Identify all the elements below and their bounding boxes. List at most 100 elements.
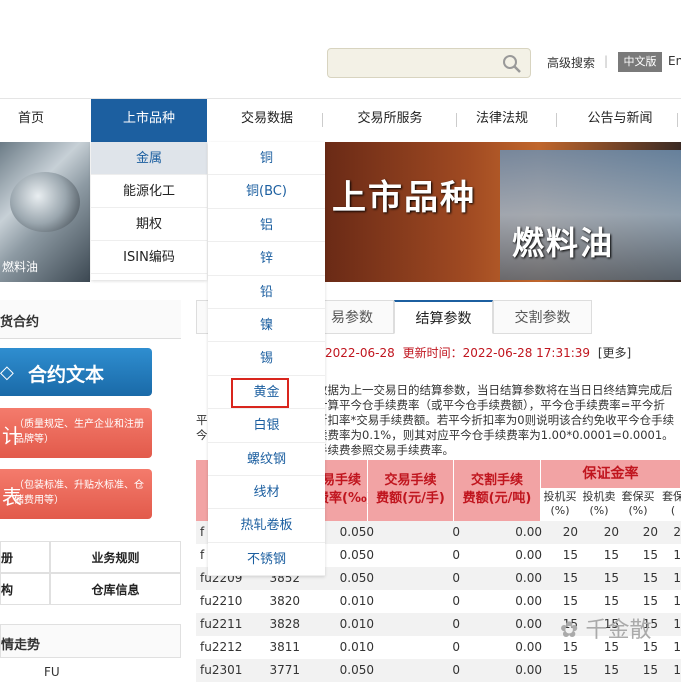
watermark: ✿ 千金散 bbox=[560, 618, 652, 643]
sidebar-link-manual[interactable]: 册 bbox=[0, 541, 50, 573]
nav-laws[interactable]: 法律法规 bbox=[466, 99, 538, 143]
submenu-item[interactable]: 白银 bbox=[208, 409, 325, 443]
table-row: fu2210 3820 0.010 0 0.00 15 15 15 1 bbox=[196, 590, 681, 613]
cell-price: 3820 bbox=[269, 594, 300, 608]
submenu-item[interactable]: 铝 bbox=[208, 209, 325, 243]
notice-paragraph: 数据为上一交易日的结算参数，当日结算参数将在当日日终结算完成后 计算平今仓手续费… bbox=[316, 383, 675, 457]
submenu-item[interactable]: 铅 bbox=[208, 276, 325, 309]
advanced-search-link[interactable]: 高级搜索 bbox=[547, 54, 595, 71]
submenu-item[interactable]: 线材 bbox=[208, 476, 325, 510]
submenu-item[interactable]: 铜 bbox=[208, 142, 325, 176]
banner-title: 上市品种 bbox=[332, 178, 476, 218]
products-dropdown: 金属 能源化工 期权 ISIN编码 bbox=[91, 142, 207, 280]
cell-deliv: 0.00 bbox=[515, 525, 542, 539]
cell-m1: 15 bbox=[562, 663, 578, 677]
submenu-item[interactable]: 铜(BC) bbox=[208, 175, 325, 209]
cell-m1: 15 bbox=[562, 548, 578, 562]
nav-exchange-services[interactable]: 交易所服务 bbox=[335, 99, 445, 143]
margin-subheader: 投机买 (%) 投机卖 (%) 套保买 (%) 套保 ( bbox=[541, 488, 681, 521]
nav-separator bbox=[556, 113, 557, 127]
submenu-item[interactable]: 不锈钢 bbox=[208, 543, 325, 577]
trade-date: 2022-06-28 bbox=[325, 346, 395, 360]
cell-rate: 0.010 bbox=[339, 594, 374, 608]
fee-standard-button[interactable]: 表 （包装标准、升贴水标准、仓储费用等） bbox=[0, 469, 152, 519]
cell-m4: 1 bbox=[673, 640, 681, 654]
cell-m2: 15 bbox=[603, 663, 619, 677]
cell-m1: 15 bbox=[562, 571, 578, 585]
cell-price: 3828 bbox=[269, 617, 300, 631]
submenu-item[interactable]: 螺纹钢 bbox=[208, 443, 325, 476]
cell-code: fu2301 bbox=[200, 663, 243, 677]
update-label: 更新时间： bbox=[402, 346, 463, 360]
cell-m3: 20 bbox=[642, 525, 658, 539]
cell-m1: 20 bbox=[562, 525, 578, 539]
nav-separator bbox=[677, 113, 678, 127]
update-time: 2022-06-28 17:31:39 bbox=[462, 346, 591, 360]
fu-label: FU bbox=[44, 665, 60, 679]
search-input[interactable] bbox=[327, 48, 531, 78]
cell-rate: 0.050 bbox=[339, 663, 374, 677]
cell-m2: 15 bbox=[603, 548, 619, 562]
cell-m4: 1 bbox=[673, 548, 681, 562]
submenu-item[interactable]: 锌 bbox=[208, 242, 325, 276]
submenu-item[interactable]: 热轧卷板 bbox=[208, 509, 325, 543]
cell-trade: 0 bbox=[452, 617, 460, 631]
table-row: fu2301 3771 0.050 0 0.00 15 15 15 1 bbox=[196, 659, 681, 682]
nav-products[interactable]: 上市品种 bbox=[91, 99, 207, 143]
cell-m2: 15 bbox=[603, 594, 619, 608]
submenu-item[interactable]: 镍 bbox=[208, 309, 325, 343]
menu-metals[interactable]: 金属 bbox=[91, 142, 207, 175]
cell-code: fu2211 bbox=[200, 617, 243, 631]
metals-submenu: 铜铜(BC) 铝锌铅镍锡黄金 白银 螺纹钢 线材 热轧卷板 不锈钢 bbox=[208, 142, 325, 577]
lang-en-link[interactable]: En bbox=[668, 54, 681, 68]
delivery-spec-button[interactable]: 计 （质量规定、生产企业和注册品牌等） bbox=[0, 408, 152, 458]
cell-deliv: 0.00 bbox=[515, 571, 542, 585]
market-trend-heading: 情走势 bbox=[0, 624, 181, 658]
tab-delivery-params[interactable]: 交割参数 bbox=[493, 300, 592, 334]
cell-deliv: 0.00 bbox=[515, 617, 542, 631]
submenu-item[interactable]: 锡 bbox=[208, 342, 325, 376]
contract-text-button[interactable]: ◇ 合约文本 bbox=[0, 348, 152, 396]
cell-trade: 0 bbox=[452, 663, 460, 677]
tab-settlement-params[interactable]: 结算参数 bbox=[394, 300, 493, 334]
cell-m4: 1 bbox=[673, 571, 681, 585]
cell-deliv: 0.00 bbox=[515, 548, 542, 562]
cell-trade: 0 bbox=[452, 571, 460, 585]
sidebar-link-warehouse[interactable]: 仓库信息 bbox=[50, 573, 181, 605]
menu-options[interactable]: 期权 bbox=[91, 208, 207, 241]
submenu-item[interactable]: 黄金 bbox=[208, 376, 325, 410]
cell-trade: 0 bbox=[452, 640, 460, 654]
more-link[interactable]: [更多] bbox=[598, 346, 631, 360]
search-icon[interactable] bbox=[502, 54, 522, 74]
nav-separator bbox=[456, 113, 457, 127]
cell-deliv: 0.00 bbox=[515, 640, 542, 654]
cell-m3: 15 bbox=[642, 571, 658, 585]
notice-paragraph-left: 平 今 bbox=[196, 413, 208, 442]
document-icon: ◇ bbox=[0, 362, 14, 383]
cell-m2: 20 bbox=[603, 525, 619, 539]
cell-m3: 15 bbox=[642, 594, 658, 608]
cell-trade: 0 bbox=[452, 525, 460, 539]
cell-m2: 15 bbox=[603, 571, 619, 585]
banner-subtitle: 燃料油 bbox=[512, 224, 615, 262]
banner-left-caption: 燃料油 bbox=[2, 260, 39, 274]
divider: | bbox=[604, 54, 609, 68]
lang-cn-button[interactable]: 中文版 bbox=[618, 52, 662, 72]
menu-energy-chem[interactable]: 能源化工 bbox=[91, 175, 207, 208]
cell-deliv: 0.00 bbox=[515, 663, 542, 677]
menu-isin[interactable]: ISIN编码 bbox=[91, 241, 207, 274]
sidebar-link-org[interactable]: 构 bbox=[0, 573, 50, 605]
cell-trade: 0 bbox=[452, 594, 460, 608]
nav-trade-data[interactable]: 交易数据 bbox=[220, 99, 314, 143]
cell-code: fu2212 bbox=[200, 640, 243, 654]
nav-news[interactable]: 公告与新闻 bbox=[575, 99, 665, 143]
sidebar-link-rules[interactable]: 业务规则 bbox=[50, 541, 181, 573]
cell-m4: 1 bbox=[673, 594, 681, 608]
cell-deliv: 0.00 bbox=[515, 594, 542, 608]
cell-price: 3771 bbox=[269, 663, 300, 677]
cell-m4: 1 bbox=[673, 617, 681, 631]
cell-m4: 1 bbox=[673, 663, 681, 677]
nav-home[interactable]: 首页 bbox=[0, 99, 62, 143]
main-nav: 首页 上市品种 交易数据 交易所服务 法律法规 公告与新闻 bbox=[0, 98, 681, 143]
date-line: 2022-06-28 更新时间：2022-06-28 17:31:39 [更多] bbox=[325, 344, 631, 361]
